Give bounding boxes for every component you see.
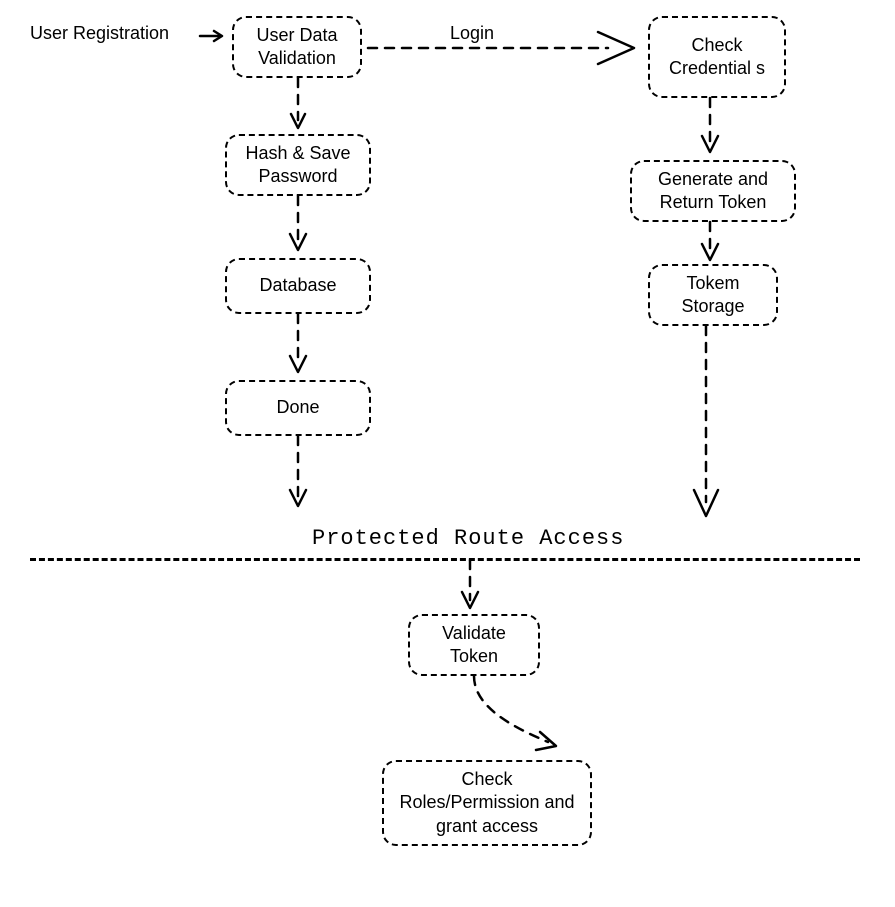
arrow-down-icon [460, 560, 484, 616]
arrow-down-icon [288, 436, 312, 516]
node-check-credentials: Check Credential s [648, 16, 786, 98]
section-divider [30, 558, 860, 561]
arrow-curve-icon [470, 676, 590, 766]
node-hash-save-password: Hash & Save Password [225, 134, 371, 196]
arrow-down-icon [700, 222, 724, 266]
arrow-down-long-icon [690, 326, 730, 526]
node-database: Database [225, 258, 371, 314]
node-validate-token: Validate Token [408, 614, 540, 676]
diagram-canvas: User Registration User Data Validation H… [0, 0, 895, 907]
section-title-protected-route-access: Protected Route Access [312, 526, 624, 551]
arrow-down-icon [288, 314, 312, 380]
node-check-roles: Check Roles/Permission and grant access [382, 760, 592, 846]
node-done: Done [225, 380, 371, 436]
arrow-login-icon [368, 36, 648, 76]
node-generate-return-token: Generate and Return Token [630, 160, 796, 222]
node-user-data-validation: User Data Validation [232, 16, 362, 78]
node-token-storage: Tokem Storage [648, 264, 778, 326]
arrow-down-icon [700, 98, 724, 160]
label-user-registration: User Registration [30, 22, 169, 45]
arrow-entry-icon [200, 30, 230, 42]
arrow-down-icon [288, 196, 312, 258]
arrow-down-icon [288, 78, 312, 134]
